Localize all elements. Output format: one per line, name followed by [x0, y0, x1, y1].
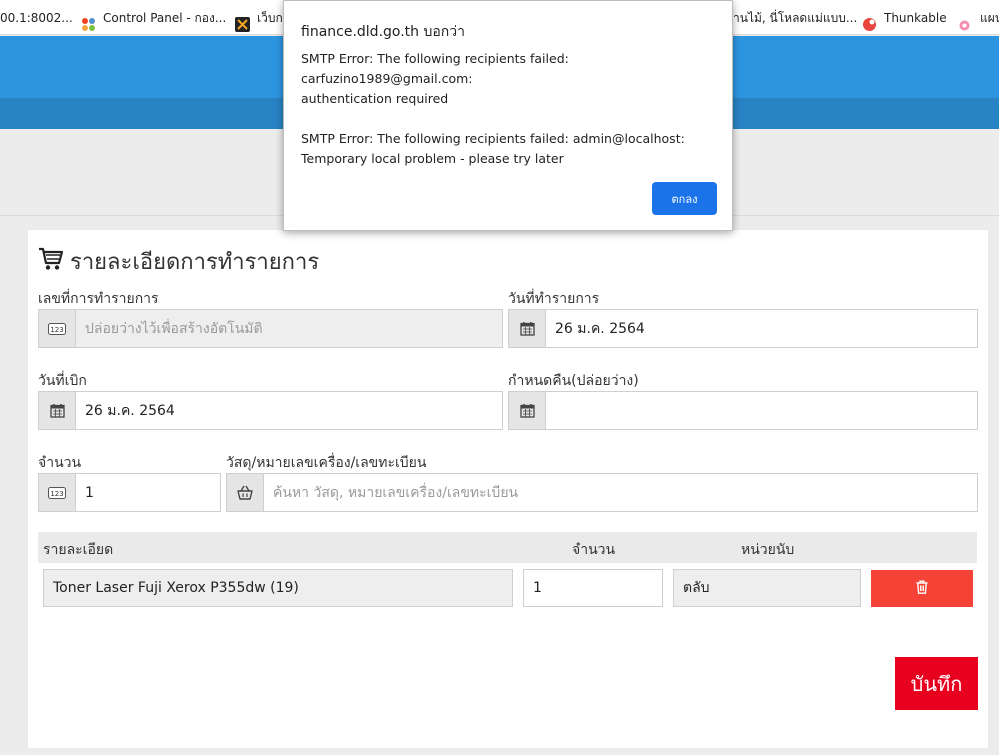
- pin-icon: [958, 11, 972, 30]
- delete-row-button[interactable]: [871, 570, 973, 607]
- item-search-label: วัสดุ/หมายเลขเครื่อง/เลขทะเบียน: [226, 455, 427, 471]
- basket-icon: [227, 474, 264, 511]
- items-table-header: รายละเอียด จำนวน หน่วยนับ: [38, 532, 977, 563]
- alert-dialog: finance.dld.go.th บอกว่า SMTP Error: The…: [283, 0, 733, 231]
- quantity-group: 123 1: [38, 473, 221, 512]
- trash-icon: [916, 579, 928, 598]
- transaction-date-input[interactable]: 26 ม.ค. 2564: [546, 310, 977, 347]
- return-date-input[interactable]: [546, 392, 977, 429]
- bookmark-label: านไม้, นี่โหลดแม่แบบ...: [733, 10, 858, 25]
- save-button[interactable]: บันทึก: [895, 657, 978, 710]
- dialog-title: finance.dld.go.th บอกว่า: [301, 24, 465, 40]
- row-detail-field: Toner Laser Fuji Xerox P355dw (19): [43, 569, 513, 607]
- form-title: รายละเอียดการทำรายการ: [70, 250, 320, 275]
- calendar-icon: [39, 392, 76, 429]
- bookmark-label: แผน: [980, 10, 999, 25]
- bookmark-item[interactable]: แผน: [958, 0, 999, 35]
- transaction-no-input[interactable]: ปล่อยว่างไว้เพื่อสร้างอัตโนมัติ: [76, 310, 502, 347]
- transaction-no-label: เลขที่การทำรายการ: [38, 291, 159, 307]
- withdraw-date-group: 26 ม.ค. 2564: [38, 391, 503, 430]
- shopping-cart-icon: [38, 247, 70, 277]
- thunkable-icon: [862, 11, 876, 31]
- transaction-no-group: 123 ปล่อยว่างไว้เพื่อสร้างอัตโนมัติ: [38, 309, 503, 348]
- ok-button[interactable]: ตกลง: [652, 182, 717, 215]
- return-date-group: [508, 391, 978, 430]
- col-unit-header: หน่วยนับ: [741, 542, 795, 558]
- transaction-date-group: 26 ม.ค. 2564: [508, 309, 978, 348]
- bookmark-item[interactable]: านไม้, นี่โหลดแม่แบบ...: [733, 0, 857, 35]
- item-search-input[interactable]: ค้นหา วัสดุ, หมายเลขเครื่อง/เลขทะเบียน: [264, 474, 977, 511]
- bookmark-item[interactable]: Thunkable: [862, 0, 947, 35]
- bookmark-label: Thunkable: [884, 10, 947, 25]
- quantity-label: จำนวน: [38, 455, 82, 471]
- withdraw-date-label: วันที่เบิก: [38, 373, 87, 389]
- joomla-icon: [81, 11, 95, 31]
- withdraw-date-input[interactable]: 26 ม.ค. 2564: [76, 392, 502, 429]
- transaction-card: รายละเอียดการทำรายการ เลขที่การทำรายการ …: [28, 230, 988, 748]
- row-quantity-input[interactable]: 1: [523, 569, 663, 607]
- card-title: รายละเอียดการทำรายการ: [38, 244, 319, 279]
- svg-text:123: 123: [50, 326, 63, 334]
- item-search-group: ค้นหา วัสดุ, หมายเลขเครื่อง/เลขทะเบียน: [226, 473, 978, 512]
- row-unit-field: ตลับ: [673, 569, 861, 607]
- bookmark-item[interactable]: เว็บกอ: [235, 0, 290, 35]
- calendar-icon: [509, 392, 546, 429]
- bookmark-label: Control Panel - กอง...: [103, 10, 227, 25]
- site-icon: [235, 11, 250, 32]
- svg-text:123: 123: [50, 490, 63, 498]
- bookmark-item[interactable]: 00.1:8002...: [0, 0, 73, 35]
- transaction-date-label: วันที่ทำรายการ: [508, 291, 600, 307]
- calendar-icon: [509, 310, 546, 347]
- quantity-input[interactable]: 1: [76, 474, 220, 511]
- bookmark-item[interactable]: Control Panel - กอง...: [81, 0, 226, 35]
- number-icon: 123: [39, 310, 76, 347]
- dialog-message: SMTP Error: The following recipients fai…: [301, 51, 685, 166]
- col-detail-header: รายละเอียด: [43, 542, 114, 558]
- return-date-label: กำหนดคืน(ปล่อยว่าง): [508, 373, 639, 389]
- col-quantity-header: จำนวน: [572, 542, 616, 558]
- bookmark-label: 00.1:8002...: [0, 10, 73, 25]
- number-icon: 123: [39, 474, 76, 511]
